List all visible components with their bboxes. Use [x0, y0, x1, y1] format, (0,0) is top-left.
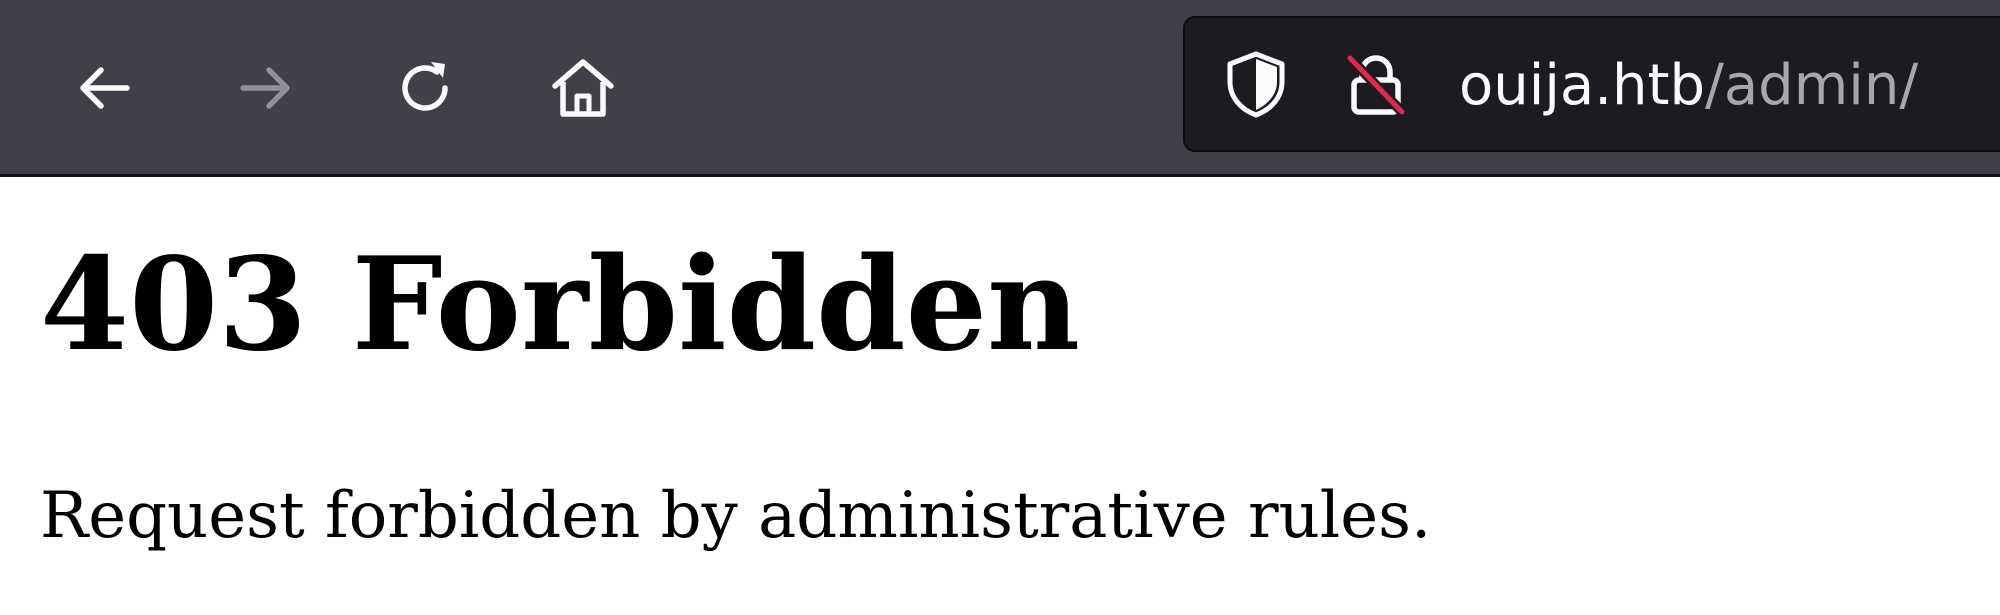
url-host: ouija.htb: [1459, 53, 1705, 118]
home-button[interactable]: [545, 50, 621, 126]
reload-button[interactable]: [387, 50, 463, 126]
error-message: Request forbidden by administrative rule…: [40, 479, 1432, 553]
url-text[interactable]: ouija.htb/admin/: [1459, 48, 1918, 124]
home-icon: [552, 59, 614, 117]
shield-icon[interactable]: [1220, 48, 1292, 120]
url-path: /admin/: [1704, 53, 1919, 118]
reload-icon: [402, 62, 448, 111]
url-bar[interactable]: ouija.htb/admin/: [1183, 16, 2000, 152]
browser-toolbar: ouija.htb/admin/: [0, 0, 2000, 177]
back-button[interactable]: [67, 50, 143, 126]
arrow-right-icon: [240, 67, 290, 109]
page-title: 403 Forbidden: [40, 230, 1081, 380]
insecure-lock-icon[interactable]: [1340, 48, 1412, 120]
arrow-left-icon: [80, 67, 130, 109]
forward-button[interactable]: [227, 50, 303, 126]
